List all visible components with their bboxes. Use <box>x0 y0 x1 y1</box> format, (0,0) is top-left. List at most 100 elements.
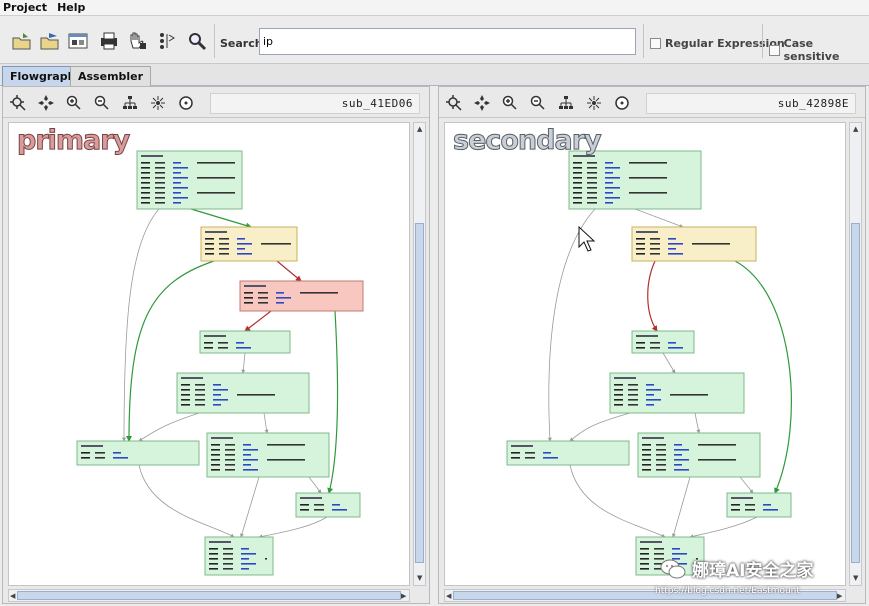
scroll-thumb[interactable] <box>17 591 401 600</box>
search-input[interactable] <box>259 28 636 55</box>
search-tool-button[interactable] <box>183 28 211 54</box>
scroll-thumb[interactable] <box>415 223 424 563</box>
open-file-button[interactable] <box>8 28 36 54</box>
vertical-scrollbar[interactable]: ▲ ▼ <box>849 122 862 586</box>
menu-bar: Project Help <box>0 0 869 16</box>
tab-assembler[interactable]: Assembler <box>70 66 152 86</box>
secondary-graph-canvas[interactable]: secondary <box>444 122 846 586</box>
circular-layout-button[interactable] <box>585 94 603 112</box>
basic-block-node[interactable] <box>200 226 298 262</box>
zoom-in-button[interactable] <box>501 94 519 112</box>
zoom-fit-button[interactable] <box>445 94 463 112</box>
regex-label: Regular Expression <box>665 37 785 50</box>
graph-edge <box>569 412 631 442</box>
zoom-in-icon <box>66 95 81 110</box>
graph-edge <box>244 310 272 332</box>
scroll-right-icon[interactable]: ▶ <box>837 592 842 600</box>
zoom-fit-icon <box>10 95 26 111</box>
graph-edge <box>739 476 754 494</box>
tree-layout-icon <box>559 96 573 109</box>
zoom-selection-icon <box>474 95 490 111</box>
checkbox-box[interactable] <box>769 44 780 56</box>
basic-block-node[interactable] <box>176 372 310 414</box>
hierarchic-layout-button[interactable] <box>121 94 139 112</box>
basic-block-node[interactable] <box>631 226 757 262</box>
horizontal-scrollbar[interactable]: ◀ ▶ <box>8 589 410 602</box>
brand-watermark: 娜璋AI安全之家 <box>660 556 813 581</box>
graph-edge <box>689 516 758 539</box>
basic-block-node[interactable] <box>76 440 200 466</box>
zoom-out-button[interactable] <box>529 94 547 112</box>
checkbox-box[interactable] <box>650 38 661 49</box>
basic-block-node[interactable] <box>506 440 630 466</box>
basic-block-node[interactable] <box>726 492 792 518</box>
open-folder-icon <box>40 33 59 50</box>
orthogonal-layout-button[interactable] <box>613 94 631 112</box>
scroll-thumb[interactable] <box>851 223 860 563</box>
scroll-right-icon[interactable]: ▶ <box>401 592 406 600</box>
window-button[interactable] <box>64 28 92 54</box>
flow-graph <box>506 150 792 576</box>
basic-block-node[interactable] <box>239 280 364 312</box>
zoom-in-button[interactable] <box>65 94 83 112</box>
toolbar-separator <box>643 24 644 58</box>
primary-watermark: primary <box>16 125 130 157</box>
orthogonal-layout-button[interactable] <box>177 94 195 112</box>
zoom-out-button[interactable] <box>93 94 111 112</box>
primary-graph-canvas[interactable]: primary <box>8 122 410 586</box>
view-tabs: Flowgraph Assembler <box>0 64 869 86</box>
basic-block-node[interactable] <box>204 536 274 576</box>
menu-project[interactable]: Project <box>3 1 47 14</box>
print-button[interactable] <box>95 28 123 54</box>
secondary-pane: sub_42898E secondary ▲ ▼ ◀ ▶ <box>438 86 866 604</box>
basic-block-node[interactable] <box>631 330 695 354</box>
scroll-down-icon[interactable]: ▼ <box>417 574 422 582</box>
zoom-in-icon <box>502 95 517 110</box>
wechat-icon <box>660 559 686 578</box>
scroll-up-icon[interactable]: ▲ <box>853 125 858 133</box>
basic-block-node[interactable] <box>609 372 745 414</box>
zoom-selection-button[interactable] <box>37 94 55 112</box>
graph-edge <box>671 476 691 538</box>
basic-block-node[interactable] <box>206 432 330 478</box>
primary-pane-toolbar: sub_41ED06 <box>3 87 429 118</box>
brand-url: https://blog.csdn.net/Eastmount <box>655 586 800 596</box>
basic-block-node[interactable] <box>136 150 243 210</box>
window-icon <box>68 33 88 49</box>
main-toolbar: Search Regular Expression Case sensitive <box>0 16 869 64</box>
hand-lock-button[interactable] <box>123 28 151 54</box>
basic-block-node[interactable] <box>568 150 702 210</box>
menu-help[interactable]: Help <box>57 1 85 14</box>
printer-icon <box>101 32 117 50</box>
graph-edge <box>694 412 701 434</box>
function-name-field: sub_42898E <box>646 93 856 114</box>
graph-settings-button[interactable] <box>153 28 181 54</box>
secondary-watermark: secondary <box>453 125 603 157</box>
graph-nodes-icon <box>160 33 175 49</box>
vertical-scrollbar[interactable]: ▲ ▼ <box>413 122 426 586</box>
secondary-pane-toolbar: sub_42898E <box>439 87 865 118</box>
graph-edge <box>263 412 269 434</box>
circular-layout-button[interactable] <box>149 94 167 112</box>
circle-dot-icon <box>179 96 193 110</box>
zoom-selection-button[interactable] <box>473 94 491 112</box>
scroll-left-icon[interactable]: ◀ <box>446 592 451 600</box>
basic-block-node[interactable] <box>295 492 361 518</box>
radial-layout-icon <box>587 96 601 110</box>
case-sensitive-checkbox[interactable]: Case sensitive <box>769 37 869 63</box>
scroll-left-icon[interactable]: ◀ <box>10 592 15 600</box>
scroll-up-icon[interactable]: ▲ <box>417 125 422 133</box>
mouse-cursor-icon <box>578 225 596 252</box>
case-sensitive-label: Case sensitive <box>783 37 840 63</box>
zoom-fit-button[interactable] <box>9 94 27 112</box>
scroll-down-icon[interactable]: ▼ <box>853 574 858 582</box>
hierarchic-layout-button[interactable] <box>557 94 575 112</box>
primary-pane: sub_41ED06 primary ▲ ▼ ◀ ▶ <box>2 86 430 604</box>
basic-block-node[interactable] <box>637 432 761 478</box>
function-name-field: sub_41ED06 <box>210 93 420 114</box>
graph-edge <box>258 516 328 539</box>
basic-block-node[interactable] <box>199 330 291 354</box>
open-diff-button[interactable] <box>36 28 64 54</box>
regex-checkbox[interactable]: Regular Expression <box>650 37 785 50</box>
graph-edge <box>138 412 200 442</box>
